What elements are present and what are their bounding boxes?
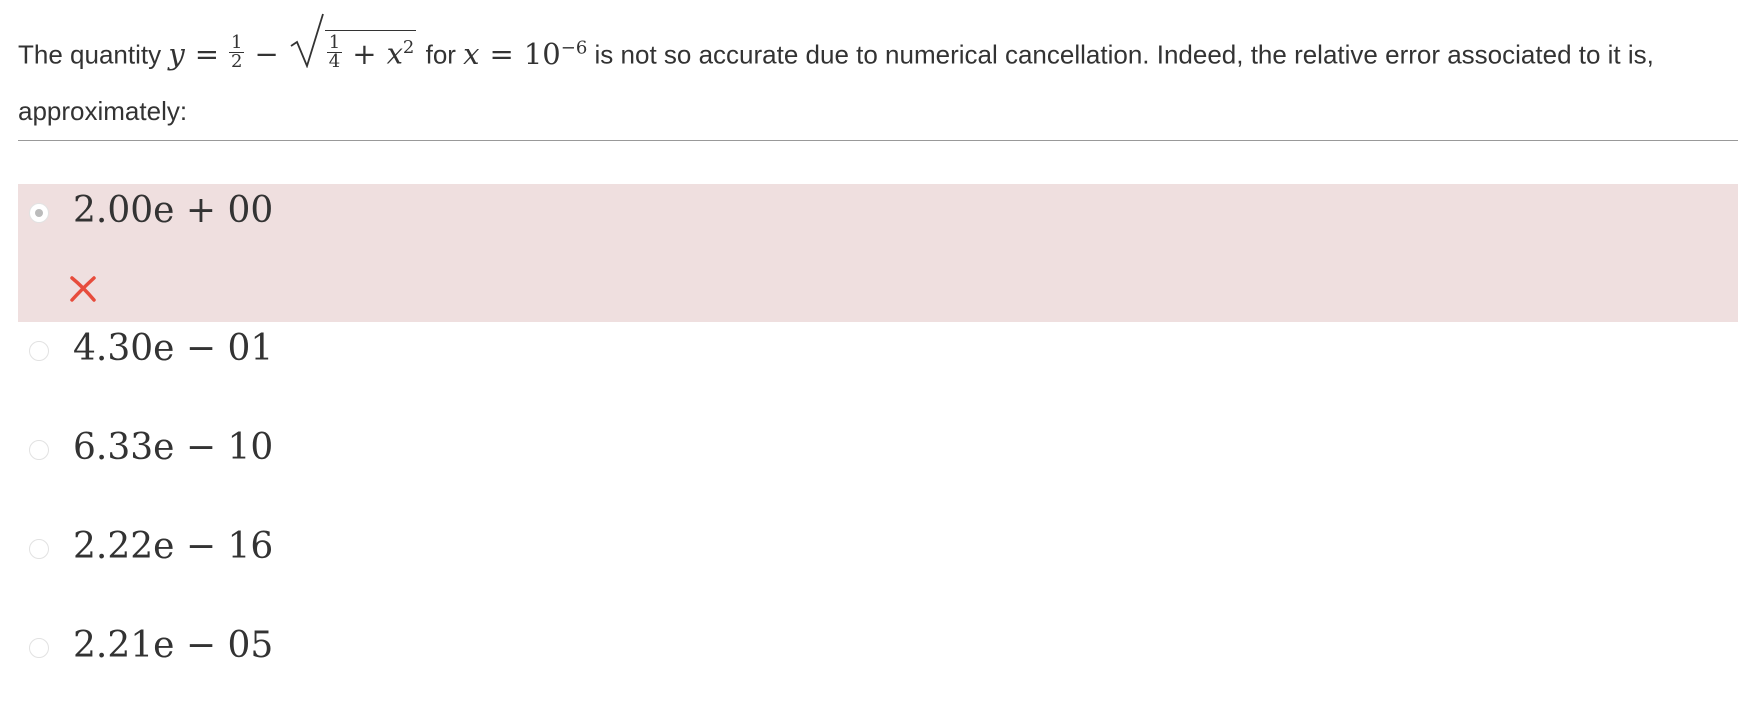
fraction-quarter: 14 — [326, 32, 343, 73]
answer-option[interactable]: 6.33e − 10 — [18, 421, 1738, 520]
question-for: for — [425, 39, 456, 70]
answer-options: 2.00e + 00 4.30e − 01 6.33e − 10 2.22e −… — [18, 184, 1738, 718]
answer-option[interactable]: 4.30e − 01 — [18, 322, 1738, 421]
equation-x: x = 10−6 — [463, 36, 588, 71]
radio-button[interactable] — [29, 539, 49, 559]
radio-button[interactable] — [29, 341, 49, 361]
answer-option[interactable]: 2.00e + 00 — [18, 184, 1738, 322]
answer-label: 6.33e − 10 — [73, 427, 274, 468]
radio-button-selected[interactable] — [29, 203, 49, 223]
cross-icon — [70, 276, 96, 302]
answer-option[interactable]: 2.22e − 16 — [18, 520, 1738, 619]
question-divider — [18, 140, 1738, 141]
radical-sign — [290, 13, 324, 68]
radio-button[interactable] — [29, 440, 49, 460]
radio-button[interactable] — [29, 638, 49, 658]
question-text: The quantity y = 1 2−1 4 + x2 for x = 10−6 is no… — [18, 13, 1738, 139]
answer-label: 2.22e − 16 — [73, 526, 274, 567]
answer-label: 2.21e − 05 — [73, 625, 274, 666]
answer-label: 2.00e + 00 — [73, 190, 274, 231]
fraction-half: 12 — [229, 32, 245, 73]
answer-label: 4.30e − 01 — [73, 328, 274, 369]
question-intro: The quantity — [18, 39, 162, 70]
answer-option[interactable]: 2.21e − 05 — [18, 619, 1738, 718]
square-root: 1 4 + x2 — [289, 13, 417, 82]
equation-y: y = 1 2−1 4 + x2 — [168, 13, 425, 73]
